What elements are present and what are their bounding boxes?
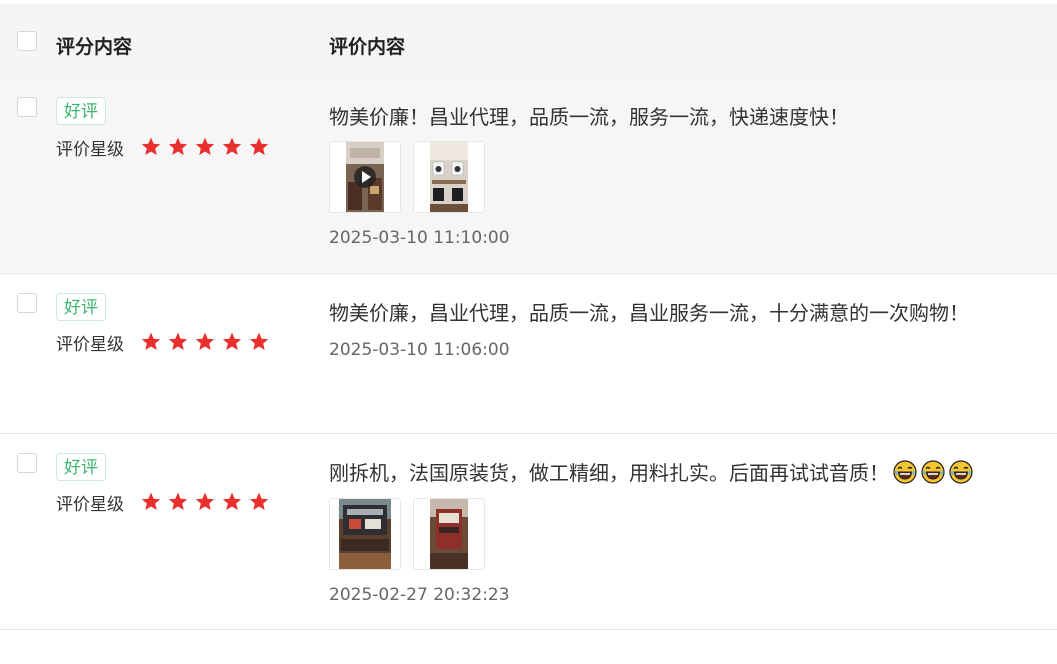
- rating-badge: 好评: [56, 453, 106, 481]
- row-checkbox[interactable]: [17, 453, 37, 473]
- row-checkbox[interactable]: [17, 293, 37, 313]
- rating-label: 评价星级: [56, 495, 124, 515]
- laughing-tears-emoji-icon: [893, 460, 917, 484]
- photo-thumbnail[interactable]: [413, 498, 485, 570]
- star-icon: [168, 332, 188, 350]
- table-header: 评分内容 评价内容: [0, 4, 1057, 80]
- rating-label: 评价星级: [56, 140, 124, 160]
- star-icon: [222, 492, 242, 510]
- rating-badge: 好评: [56, 97, 106, 125]
- star-rating: [140, 491, 270, 513]
- star-icon: [141, 332, 161, 350]
- rating-badge: 好评: [56, 293, 106, 321]
- star-icon: [249, 332, 269, 350]
- star-icon: [249, 492, 269, 510]
- review-table: 评分内容 评价内容 好评 评价星级 物美价廉！昌业代理，品质一流，服务一流，快递…: [0, 0, 1057, 664]
- review-text: 刚拆机，法国原装货，做工精细，用料扎实。后面再试试音质！: [329, 461, 889, 485]
- review-timestamp: 2025-03-10 11:10:00: [329, 228, 510, 248]
- rating-label: 评价星级: [56, 335, 124, 355]
- photo-thumbnail[interactable]: [413, 141, 485, 213]
- star-icon: [249, 137, 269, 155]
- review-timestamp: 2025-03-10 11:06:00: [329, 340, 510, 360]
- review-timestamp: 2025-02-27 20:32:23: [329, 585, 510, 605]
- laughing-tears-emoji-icon: [949, 460, 973, 484]
- star-icon: [222, 137, 242, 155]
- video-thumbnail[interactable]: [329, 141, 401, 213]
- star-icon: [195, 137, 215, 155]
- review-text: 物美价廉，昌业代理，品质一流，昌业服务一流，十分满意的一次购物！: [329, 301, 969, 325]
- row-checkbox[interactable]: [17, 97, 37, 117]
- review-media: [329, 141, 485, 213]
- review-text: 物美价廉！昌业代理，品质一流，服务一流，快递速度快！: [329, 105, 849, 129]
- star-icon: [168, 492, 188, 510]
- star-rating: [140, 331, 270, 353]
- review-media: [329, 498, 485, 570]
- photo-thumbnail[interactable]: [329, 498, 401, 570]
- review-row: 好评 评价星级 物美价廉，昌业代理，品质一流，昌业服务一流，十分满意的一次购物！…: [0, 274, 1057, 434]
- column-header-rating: 评分内容: [56, 36, 133, 58]
- star-icon: [168, 137, 188, 155]
- star-icon: [141, 492, 161, 510]
- star-icon: [222, 332, 242, 350]
- review-row: 好评 评价星级 物美价廉！昌业代理，品质一流，服务一流，快递速度快！ 2025-…: [0, 80, 1057, 274]
- laughing-tears-emoji-icon: [921, 460, 945, 484]
- star-icon: [195, 492, 215, 510]
- star-icon: [195, 332, 215, 350]
- star-rating: [140, 136, 270, 158]
- star-icon: [141, 137, 161, 155]
- review-row: 好评 评价星级 刚拆机，法国原装货，做工精细，用料扎实。后面再试试音质！ 202…: [0, 434, 1057, 630]
- select-all-checkbox[interactable]: [17, 31, 37, 51]
- review-text-line: 刚拆机，法国原装货，做工精细，用料扎实。后面再试试音质！: [329, 457, 973, 486]
- column-header-review: 评价内容: [329, 36, 406, 58]
